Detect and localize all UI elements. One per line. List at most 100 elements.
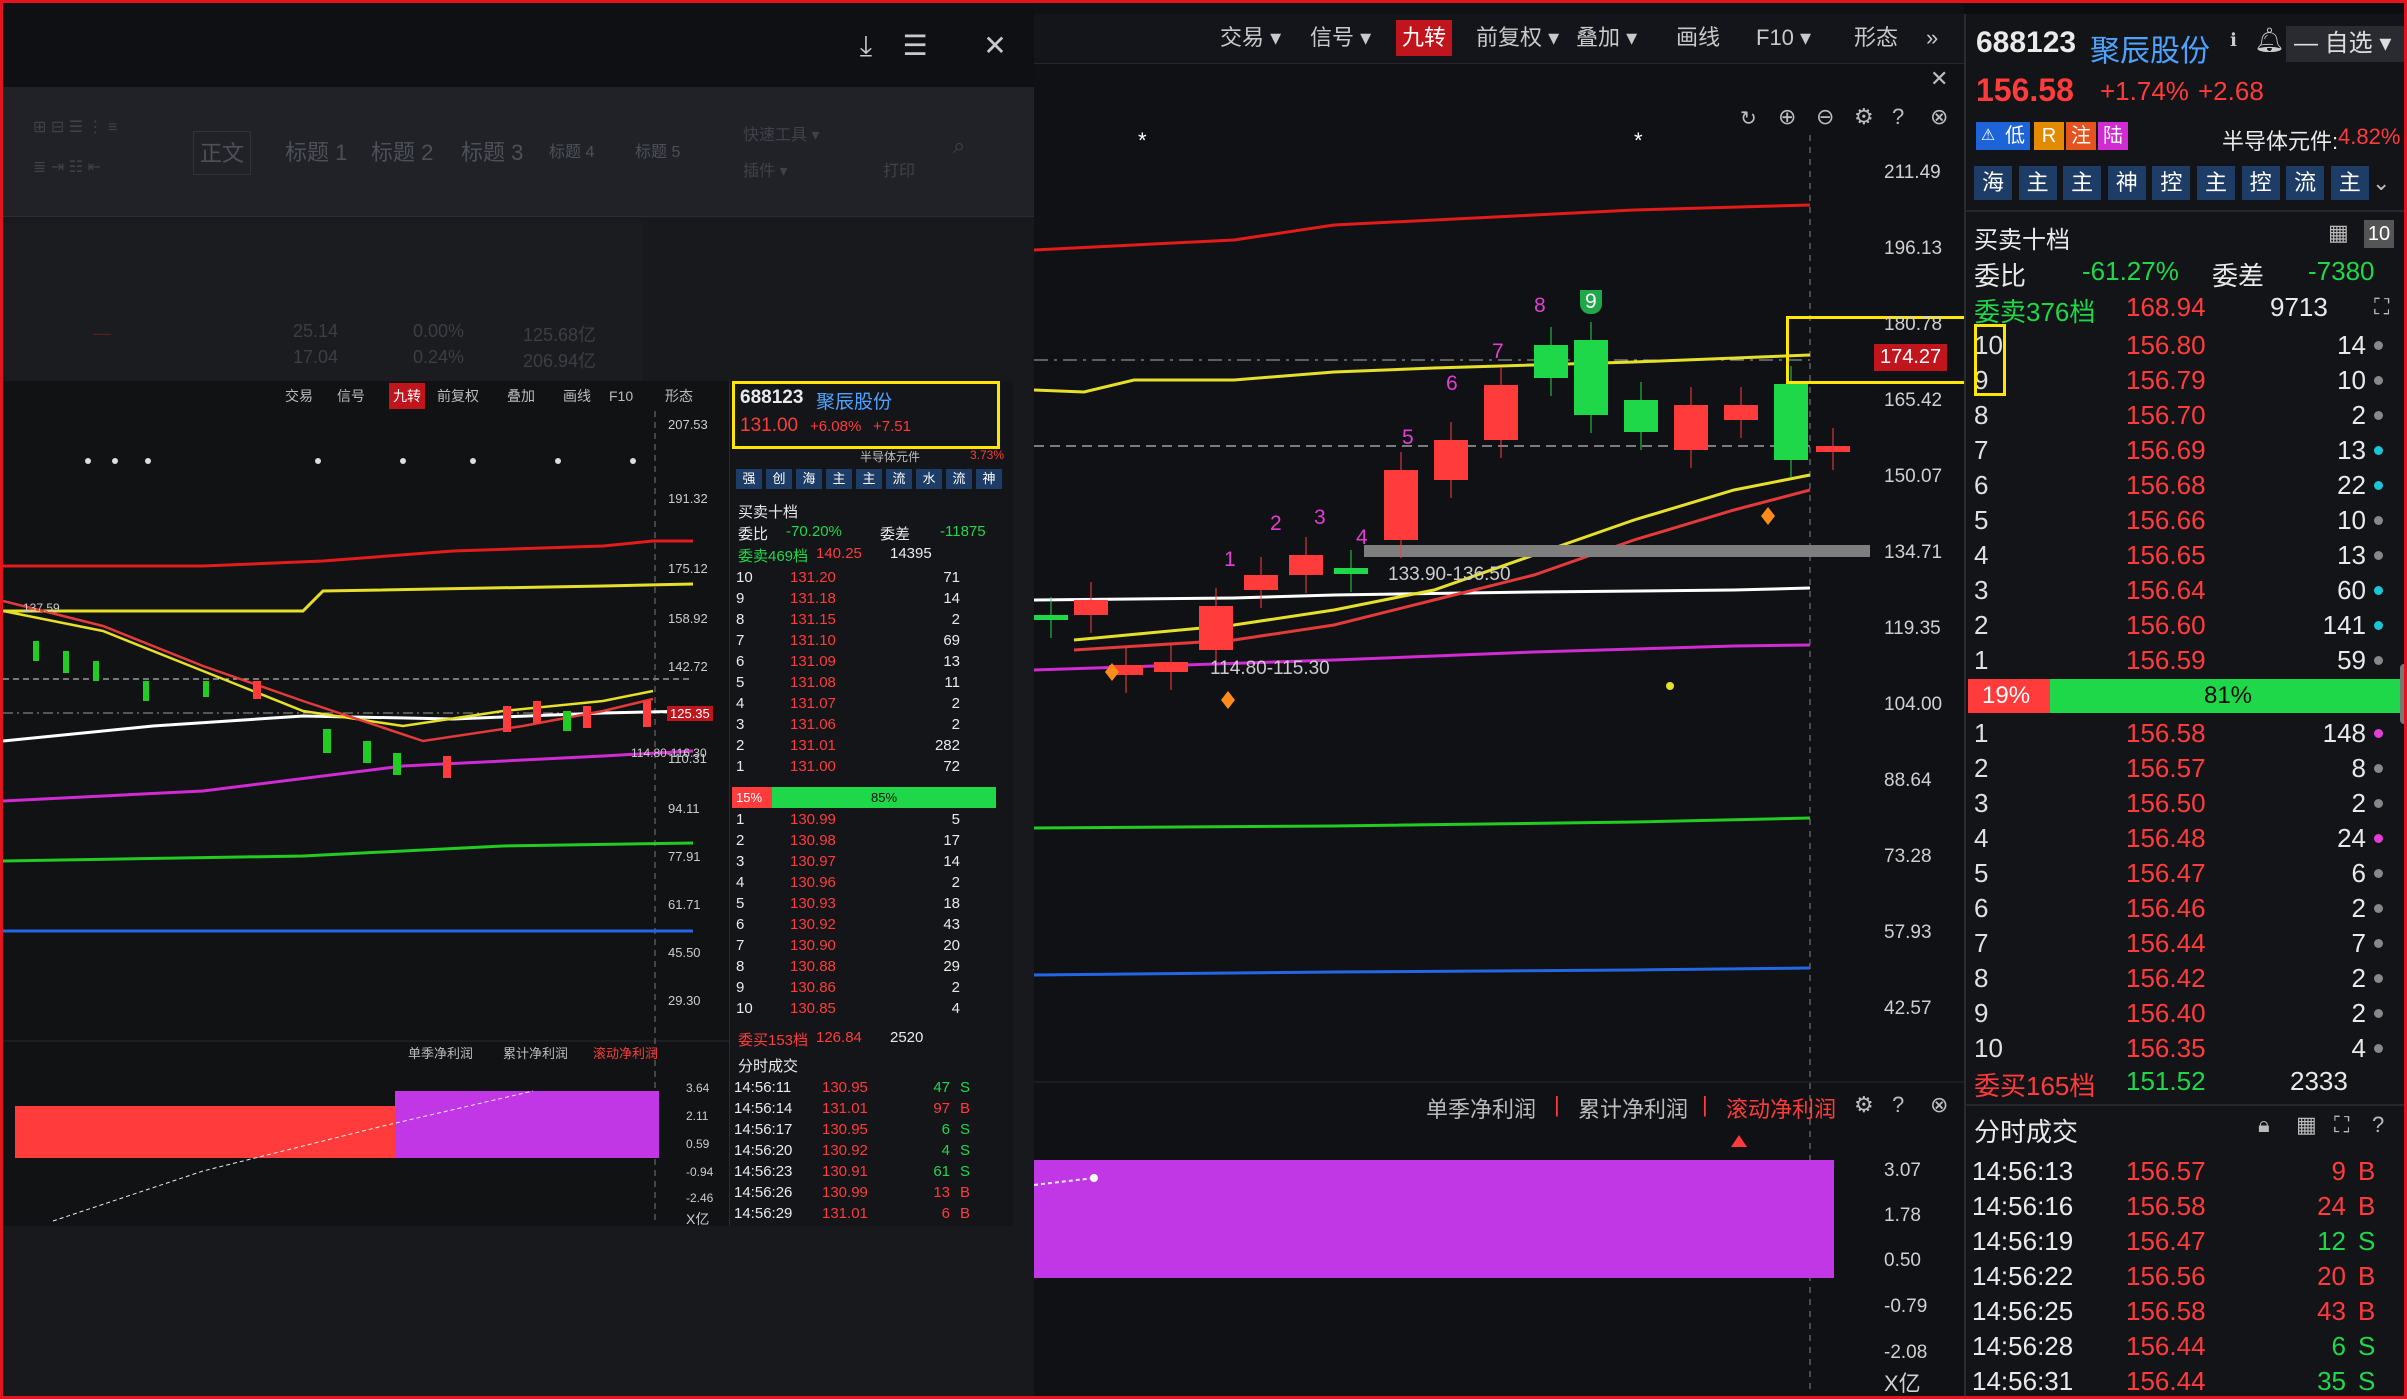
mini-tool-overlay[interactable]: 叠加 <box>503 383 539 409</box>
mini-tick-side: S <box>960 1142 971 1159</box>
level-price: 156.44 <box>2126 928 2206 958</box>
calculator-icon-2[interactable]: ▦ <box>2296 1112 2317 1138</box>
style-heading-1[interactable]: 标题 1 <box>279 131 353 175</box>
lock-icon[interactable]: 🔒︎ <box>2258 1112 2270 1138</box>
weicha-value: -7380 <box>2308 256 2375 286</box>
level-price: 156.57 <box>2126 753 2206 783</box>
sub-help-icon[interactable]: ? <box>1892 1092 1904 1118</box>
level-price: 156.46 <box>2126 893 2206 923</box>
mini-chip[interactable]: 主 <box>826 469 852 489</box>
mini-tool-signal[interactable]: 信号 <box>333 383 369 409</box>
close-icon[interactable]: ✕ <box>978 29 1012 63</box>
print-button[interactable]: 打印 <box>883 157 915 181</box>
style-heading-3[interactable]: 标题 3 <box>455 131 529 175</box>
bell-icon[interactable]: 🔔︎ <box>2254 26 2284 55</box>
calculator-icon[interactable]: ▦ <box>2328 220 2349 246</box>
quick-tools-button[interactable]: 快速工具 ▾ <box>743 121 820 145</box>
mini-tool-nine[interactable]: 九转 <box>389 383 425 409</box>
mini-tick-time: 14:56:26 <box>734 1184 793 1201</box>
buy-total-label: 委买165档 <box>1974 1071 2096 1101</box>
info-icon[interactable]: ℹ <box>2230 30 2237 51</box>
mini-tick-side: S <box>960 1121 971 1138</box>
download-icon[interactable]: ⤓ <box>849 29 883 63</box>
mini-axis-label: 45.50 <box>668 945 701 960</box>
expand-icon-2[interactable]: ⛶ <box>2334 1112 2349 1138</box>
quote-chip[interactable]: 控 <box>2241 166 2280 200</box>
mini-tick-volume: 13 <box>933 1184 950 1201</box>
mini-chip[interactable]: 创 <box>766 469 792 489</box>
ghost-cell: 206.94亿 <box>523 351 597 371</box>
mini-chip[interactable]: 水 <box>916 469 942 489</box>
mini-chip[interactable]: 流 <box>946 469 972 489</box>
level-volume: 24 <box>2337 823 2366 853</box>
mini-tool-pattern[interactable]: 形态 <box>661 383 697 409</box>
sector-percent: 4.82% <box>2338 124 2401 149</box>
mini-chip[interactable]: 强 <box>736 469 762 489</box>
quote-chip[interactable]: 神 <box>2107 166 2146 200</box>
level-dot <box>2374 729 2383 738</box>
quote-chip[interactable]: 海 <box>1974 166 2012 200</box>
price-axis-label: 134.71 <box>1884 542 1943 563</box>
mini-subtab[interactable]: 累计净利润 <box>503 1043 568 1062</box>
mini-chip[interactable]: 主 <box>856 469 882 489</box>
search-icon[interactable]: ⌕ <box>953 133 965 159</box>
quote-chip[interactable]: 控 <box>2152 166 2191 200</box>
scrollbar[interactable] <box>2400 664 2407 724</box>
style-heading-5[interactable]: 标题 5 <box>629 131 686 175</box>
subtab-rolling-profit[interactable]: 滚动净利润 <box>1726 1092 1836 1124</box>
levels-toggle[interactable]: 10 <box>2364 220 2394 248</box>
expand-icon[interactable]: ⛶ <box>2374 294 2389 320</box>
mini-axis-label: 158.92 <box>668 611 708 626</box>
mini-tool-f10[interactable]: F10 <box>605 383 637 409</box>
quote-chip[interactable]: 主 <box>2330 166 2369 200</box>
mini-chip[interactable]: 流 <box>886 469 912 489</box>
mini-axis-label: 207.53 <box>668 417 708 432</box>
quote-chip[interactable]: 主 <box>2197 166 2235 200</box>
quote-chip[interactable]: 流 <box>2286 166 2325 200</box>
mini-level-price: 130.86 <box>790 979 836 996</box>
level-index: 9 <box>1974 998 1989 1028</box>
level-volume: 10 <box>2337 365 2366 395</box>
candlestick-chart[interactable]: * * <box>1034 0 1964 1399</box>
tick-price: 156.58 <box>2126 1191 2206 1221</box>
level-price: 156.58 <box>2126 718 2206 748</box>
style-normal[interactable]: 正文 <box>193 131 252 175</box>
orderbook-row: 3 156.50 2 <box>1966 786 2407 821</box>
subtab-cumulative-profit[interactable]: 累计净利润 <box>1578 1092 1688 1124</box>
mini-tool-trade[interactable]: 交易 <box>281 383 317 409</box>
level-index: 7 <box>1974 435 1989 465</box>
quote-chip[interactable]: 主 <box>2018 166 2057 200</box>
ticks-title: 分时成交 <box>1974 1117 2079 1147</box>
mini-tick-row: 14:56:20 130.92 4 S <box>730 1140 1014 1161</box>
style-heading-2[interactable]: 标题 2 <box>365 131 439 175</box>
watchlist-button[interactable]: — 自选 ▾ <box>2286 26 2404 62</box>
mini-subtab[interactable]: 滚动净利润 <box>593 1043 658 1062</box>
mini-orderbook-row: 3 131.06 2 <box>730 714 1014 735</box>
insert-button[interactable]: 插件 ▾ <box>743 157 788 181</box>
mini-level-index: 5 <box>736 674 745 691</box>
sub-settings-icon[interactable]: ⚙ <box>1854 1092 1874 1118</box>
mini-tick-volume: 47 <box>933 1079 950 1096</box>
style-heading-4[interactable]: 标题 4 <box>543 131 600 175</box>
mini-tool-adjust[interactable]: 前复权 <box>433 383 483 409</box>
sub-close-icon[interactable]: ⊗ <box>1930 1092 1948 1118</box>
mini-change: +7.51 <box>873 418 911 435</box>
subtab-quarterly-profit[interactable]: 单季净利润 <box>1426 1092 1536 1124</box>
tick-side: B <box>2358 1261 2376 1291</box>
mini-level-index: 1 <box>736 811 745 828</box>
help-icon-2[interactable]: ? <box>2372 1112 2384 1138</box>
level-price: 156.47 <box>2126 858 2206 888</box>
mini-subtab[interactable]: 单季净利润 <box>408 1043 473 1062</box>
mini-chip-bar: 强创海主主流水流神 <box>736 469 1006 491</box>
chevron-down-icon[interactable]: ⌄ <box>2372 170 2390 196</box>
tag-note: 注 <box>2066 122 2096 150</box>
mini-chip[interactable]: 神 <box>976 469 1002 489</box>
mini-chip[interactable]: 海 <box>796 469 822 489</box>
mini-level-volume: 72 <box>943 758 960 775</box>
sub-axis-label: -0.79 <box>1884 1296 1928 1317</box>
menu-icon[interactable]: ☰ <box>898 29 932 63</box>
mini-orderbook-row: 7 131.10 69 <box>730 630 1014 651</box>
quote-chip[interactable]: 主 <box>2063 166 2102 200</box>
mini-tool-draw[interactable]: 画线 <box>559 383 595 409</box>
mini-annotation: 114.80-116.30 <box>631 746 707 760</box>
